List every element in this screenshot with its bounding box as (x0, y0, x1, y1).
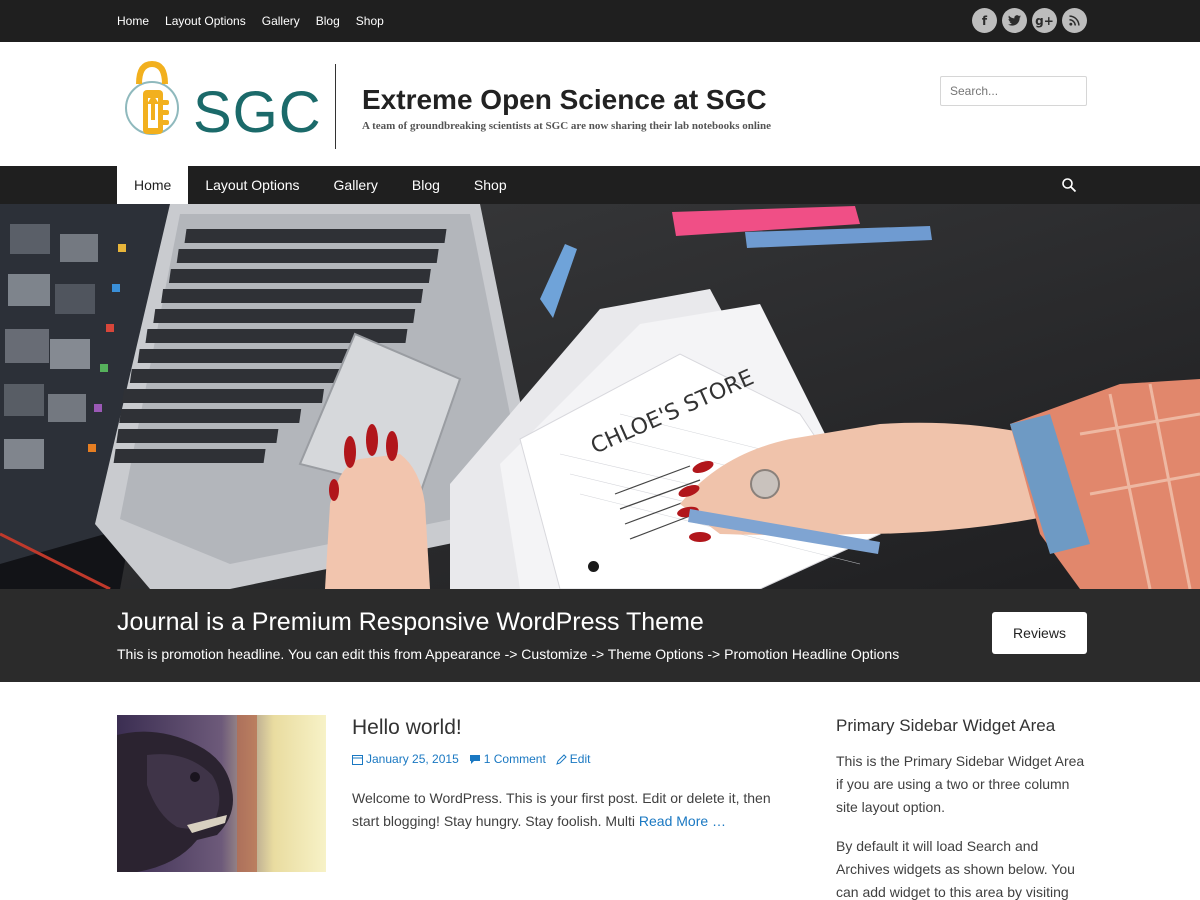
top-nav-shop[interactable]: Shop (356, 14, 384, 28)
header-search-input[interactable] (940, 76, 1087, 106)
post-comments[interactable]: 1 Comment (469, 752, 546, 766)
facebook-icon[interactable]: f (972, 8, 997, 33)
sidebar-paragraph-1: This is the Primary Sidebar Widget Area … (836, 753, 1085, 815)
main-nav-layout-options[interactable]: Layout Options (188, 166, 316, 204)
pencil-icon (555, 753, 567, 765)
promotion-subtitle: This is promotion headline. You can edit… (117, 646, 900, 662)
sidebar-paragraph-2: By default it will load Search and Archi… (836, 838, 1075, 900)
site-title[interactable]: Extreme Open Science at SGC (362, 84, 767, 116)
slider-dots (588, 561, 615, 572)
comment-icon (469, 754, 480, 764)
sidebar-widget-title: Primary Sidebar Widget Area (836, 716, 1056, 735)
search-icon[interactable] (1061, 177, 1077, 193)
logo-text: SGC (193, 80, 322, 145)
top-bar: Home Layout Options Gallery Blog Shop f … (0, 0, 1200, 42)
post-title[interactable]: Hello world! (352, 716, 462, 740)
hero-image: CHLOE'S STORE (0, 204, 1200, 589)
rss-icon[interactable] (1062, 8, 1087, 33)
slider-dot-1[interactable] (588, 561, 599, 572)
promotion-title: Journal is a Premium Responsive WordPres… (117, 608, 704, 636)
post-meta: January 25, 2015 1 Comment Edit (352, 752, 590, 766)
read-more-link[interactable]: Read More … (639, 813, 726, 829)
post-date-label: January 25, 2015 (366, 752, 459, 766)
post-edit-label: Edit (569, 752, 591, 766)
site-header: SGC Extreme Open Science at SGC A team o… (0, 42, 1200, 166)
main-nav-gallery[interactable]: Gallery (317, 166, 395, 204)
social-links: f g+ (972, 8, 1087, 33)
site-logo[interactable]: SGC (117, 60, 321, 150)
top-nav-blog[interactable]: Blog (316, 14, 340, 28)
top-nav-home[interactable]: Home (117, 14, 149, 28)
main-nav-shop[interactable]: Shop (457, 166, 524, 204)
top-nav-gallery[interactable]: Gallery (262, 14, 300, 28)
logo-emblem-icon (125, 60, 179, 135)
main-nav: Home Layout Options Gallery Blog Shop (0, 166, 1200, 204)
post-edit[interactable]: Edit (555, 752, 591, 766)
main-nav-blog[interactable]: Blog (395, 166, 457, 204)
top-nav-layout-options[interactable]: Layout Options (165, 14, 246, 28)
hero-slider[interactable]: CHLOE'S STORE (0, 204, 1200, 589)
reviews-button[interactable]: Reviews (992, 612, 1087, 654)
post-date[interactable]: January 25, 2015 (352, 752, 459, 766)
google-plus-icon[interactable]: g+ (1032, 8, 1057, 33)
top-nav: Home Layout Options Gallery Blog Shop (117, 0, 400, 42)
calendar-icon (352, 754, 363, 765)
post-thumbnail[interactable] (117, 715, 326, 872)
slider-dot-2[interactable] (604, 561, 615, 572)
header-divider (335, 64, 336, 149)
main-nav-home[interactable]: Home (117, 166, 189, 204)
promotion-headline: Journal is a Premium Responsive WordPres… (0, 589, 1200, 682)
site-tagline: A team of groundbreaking scientists at S… (362, 120, 771, 132)
post-thumbnail-image (117, 715, 326, 872)
post-comments-label: 1 Comment (483, 752, 546, 766)
twitter-icon[interactable] (1002, 8, 1027, 33)
post-excerpt: Welcome to WordPress. This is your first… (352, 787, 772, 833)
